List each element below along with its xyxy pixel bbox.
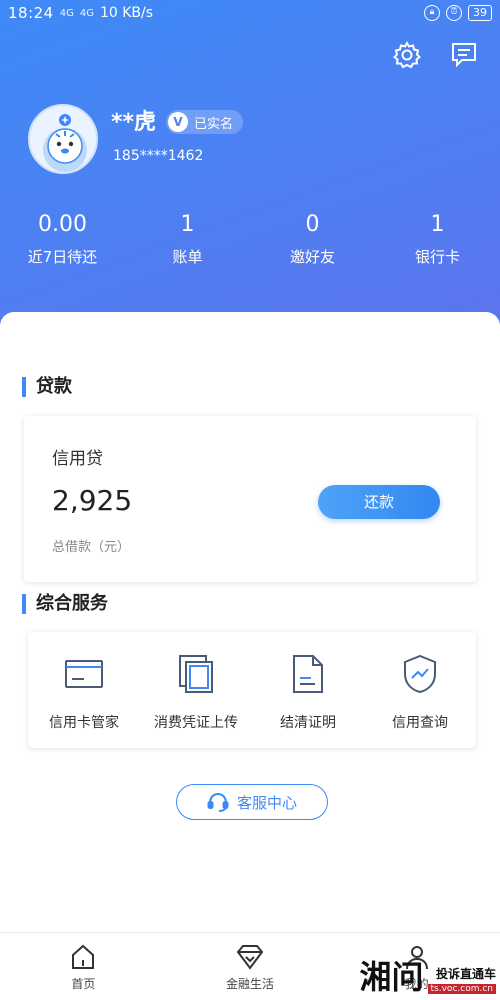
stat-label: 邀好友 [289, 248, 335, 266]
settings-gear-icon[interactable] [392, 40, 422, 70]
avatar[interactable] [28, 104, 98, 174]
customer-service-label: 客服中心 [236, 793, 297, 812]
verified-label: 已实名 [194, 116, 234, 132]
loan-section-title: 贷款 [22, 377, 72, 397]
tab-home[interactable]: 首页 [0, 933, 167, 1000]
tiger-avatar-icon [43, 114, 87, 172]
battery-indicator: 39 [468, 5, 492, 21]
credit-card-icon [65, 660, 103, 688]
stat-value: 0 [305, 212, 320, 237]
status-time: 18:24 [8, 4, 54, 22]
verified-badge: V 已实名 [166, 110, 244, 134]
loan-amount-label: 总借款（元） [52, 540, 131, 555]
stat-label: 近7日待还 [27, 248, 98, 266]
username: **虎 [111, 110, 157, 135]
stat-value: 0.00 [38, 212, 87, 237]
shield-chart-icon [404, 654, 436, 694]
message-icon[interactable] [450, 40, 478, 70]
alarm-icon: ⏰︎ [446, 5, 462, 21]
service-credit-card-manager[interactable]: 信用卡管家 [28, 632, 140, 748]
content-sheet [0, 312, 500, 932]
loan-amount: 2,925 [52, 484, 133, 517]
document-icon [293, 655, 323, 693]
stat-bills[interactable]: 1 账单 [125, 212, 250, 267]
watermark-logo: 湘问 [359, 958, 424, 996]
verified-v-icon: V [168, 112, 188, 132]
service-credit-inquiry[interactable]: 信用查询 [364, 632, 476, 748]
stat-invite-friends[interactable]: 0 邀好友 [250, 212, 375, 267]
service-receipt-upload[interactable]: 消费凭证上传 [140, 632, 252, 748]
tab-finance-life[interactable]: 金融生活 [167, 933, 334, 1000]
watermark-url: ts.voc.com.cn [427, 984, 496, 994]
loan-card[interactable]: 信用贷 2,925 总借款（元） 还款 [24, 416, 476, 582]
signal-icon: 4G [59, 7, 74, 19]
lock-icon: 🔒︎ [424, 5, 440, 21]
headset-icon [207, 792, 229, 812]
service-label: 消费凭证上传 [154, 715, 238, 731]
service-settlement-proof[interactable]: 结清证明 [252, 632, 364, 748]
tab-label: 金融生活 [226, 977, 275, 991]
stats-row: 0.00 近7日待还 1 账单 0 邀好友 1 银行卡 [0, 212, 500, 267]
status-bar: 18:24 4G 4G 10 KB/s 🔒︎ ⏰︎ 39 [0, 0, 500, 26]
repay-button[interactable]: 还款 [318, 485, 440, 519]
services-section-title: 综合服务 [22, 594, 108, 614]
loan-product-name: 信用贷 [52, 449, 103, 469]
watermark: 湘问 投诉直通车 ts.voc.com.cn [360, 960, 496, 994]
stat-label: 银行卡 [414, 248, 460, 266]
watermark-slogan: 投诉直通车 [435, 967, 496, 981]
stat-bank-cards[interactable]: 1 银行卡 [375, 212, 500, 267]
signal-icon-2: 4G [79, 7, 94, 19]
diamond-icon [236, 945, 264, 970]
service-label: 信用卡管家 [49, 715, 119, 731]
customer-service-button[interactable]: 客服中心 [176, 784, 328, 820]
stat-label: 账单 [172, 248, 203, 266]
copy-document-icon [179, 655, 213, 693]
stat-due-7days[interactable]: 0.00 近7日待还 [0, 212, 125, 267]
home-icon [72, 944, 95, 969]
phone-number: 185****1462 [113, 148, 204, 164]
profile-header: 18:24 4G 4G 10 KB/s 🔒︎ ⏰︎ 39 **虎 V 已实名 1… [0, 0, 500, 340]
service-label: 信用查询 [392, 715, 448, 731]
service-label: 结清证明 [280, 715, 336, 731]
stat-value: 1 [180, 212, 195, 237]
network-speed: 10 KB/s [99, 5, 154, 21]
stat-value: 1 [430, 212, 445, 237]
services-card: 信用卡管家 消费凭证上传 结清证明 信用查询 [28, 632, 476, 748]
tab-label: 首页 [71, 977, 96, 991]
